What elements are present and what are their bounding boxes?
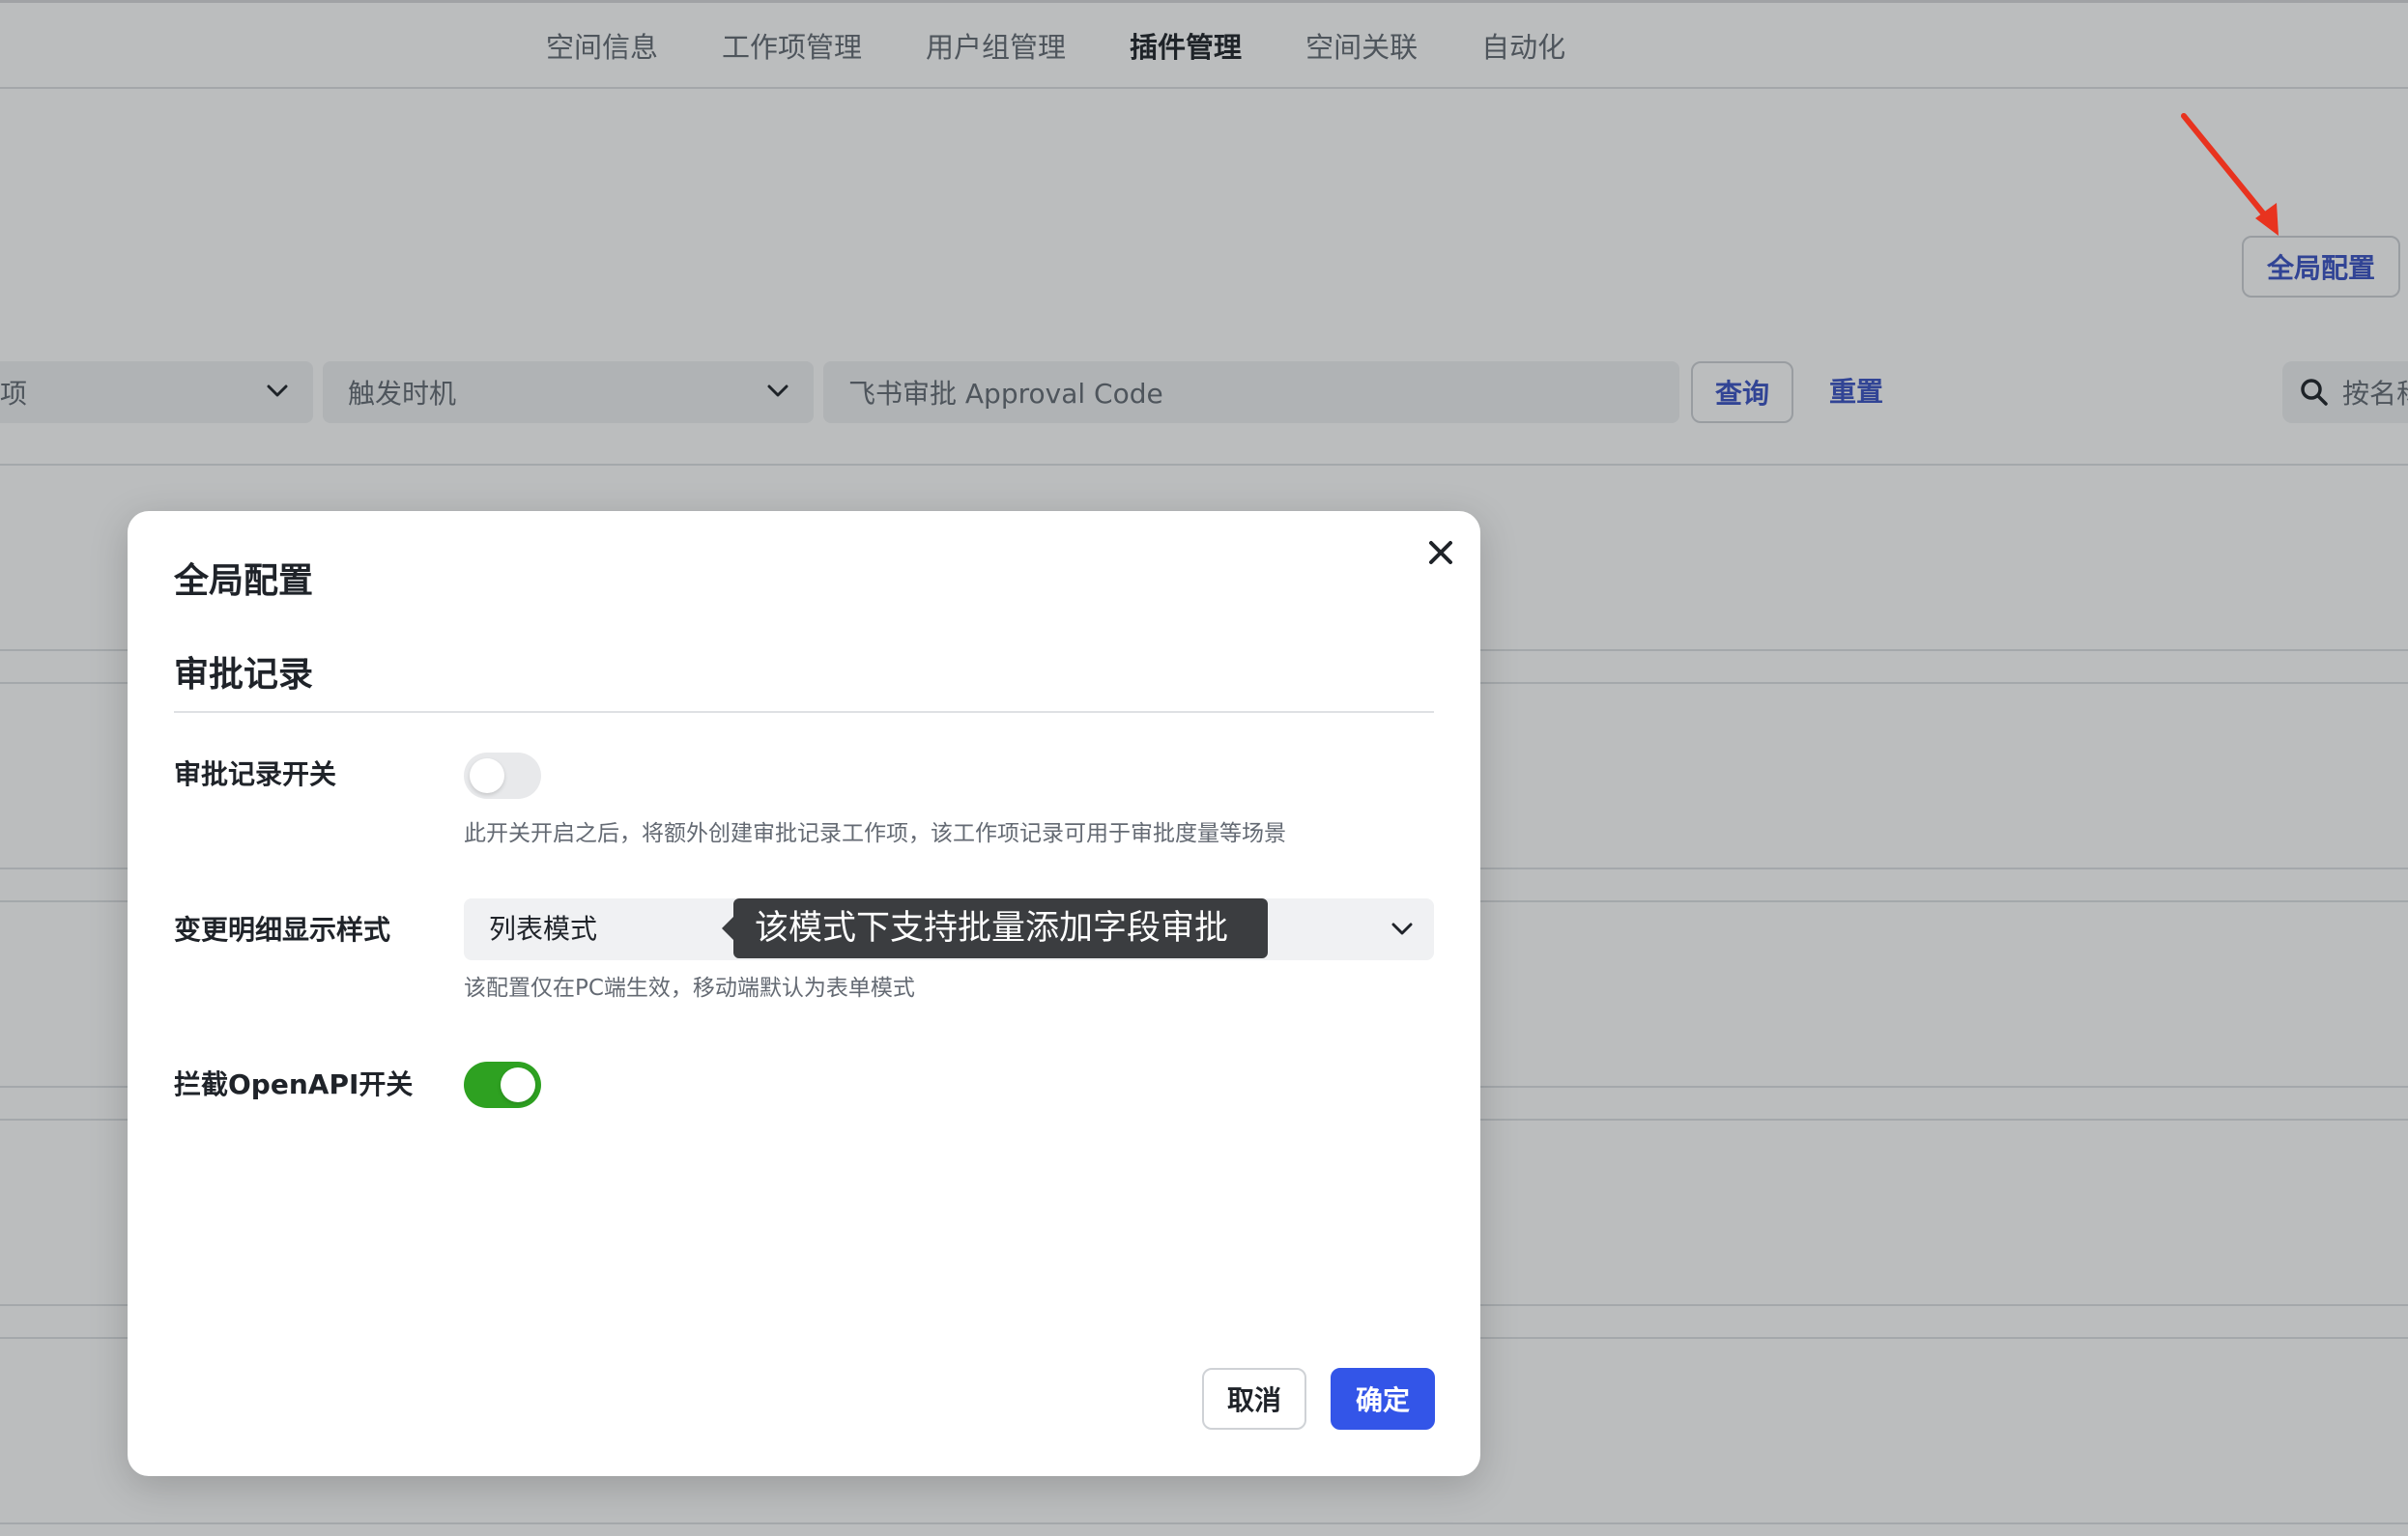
chevron-down-icon xyxy=(1391,923,1413,935)
change-detail-style-value: 列表模式 xyxy=(489,913,598,945)
change-detail-style-hint: 该配置仅在PC端生效，移动端默认为表单模式 xyxy=(464,976,915,1001)
approval-record-hint: 此开关开启之后，将额外创建审批记录工作项，该工作项记录可用于审批度量等场景 xyxy=(464,821,1286,846)
dialog-title: 全局配置 xyxy=(174,561,314,601)
intercept-openapi-switch-label: 拦截OpenAPI开关 xyxy=(174,1068,414,1100)
approval-record-switch-label: 审批记录开关 xyxy=(174,758,337,790)
global-config-dialog: 全局配置 审批记录 审批记录开关 此开关开启之后，将额外创建审批记录工作项，该工… xyxy=(128,511,1480,1476)
switch-knob xyxy=(501,1067,535,1102)
close-icon[interactable] xyxy=(1424,536,1457,569)
switch-knob xyxy=(470,758,504,793)
section-divider xyxy=(174,711,1434,713)
annotation-arrow xyxy=(2181,113,2279,236)
change-detail-style-label: 变更明细显示样式 xyxy=(174,914,391,946)
mode-tooltip: 该模式下支持批量添加字段审批 xyxy=(722,898,1268,958)
intercept-openapi-switch[interactable] xyxy=(464,1062,541,1108)
cancel-button[interactable]: 取消 xyxy=(1202,1368,1306,1430)
confirm-button[interactable]: 确定 xyxy=(1331,1368,1435,1430)
section-title: 审批记录 xyxy=(174,655,314,695)
approval-record-switch[interactable] xyxy=(464,753,541,799)
